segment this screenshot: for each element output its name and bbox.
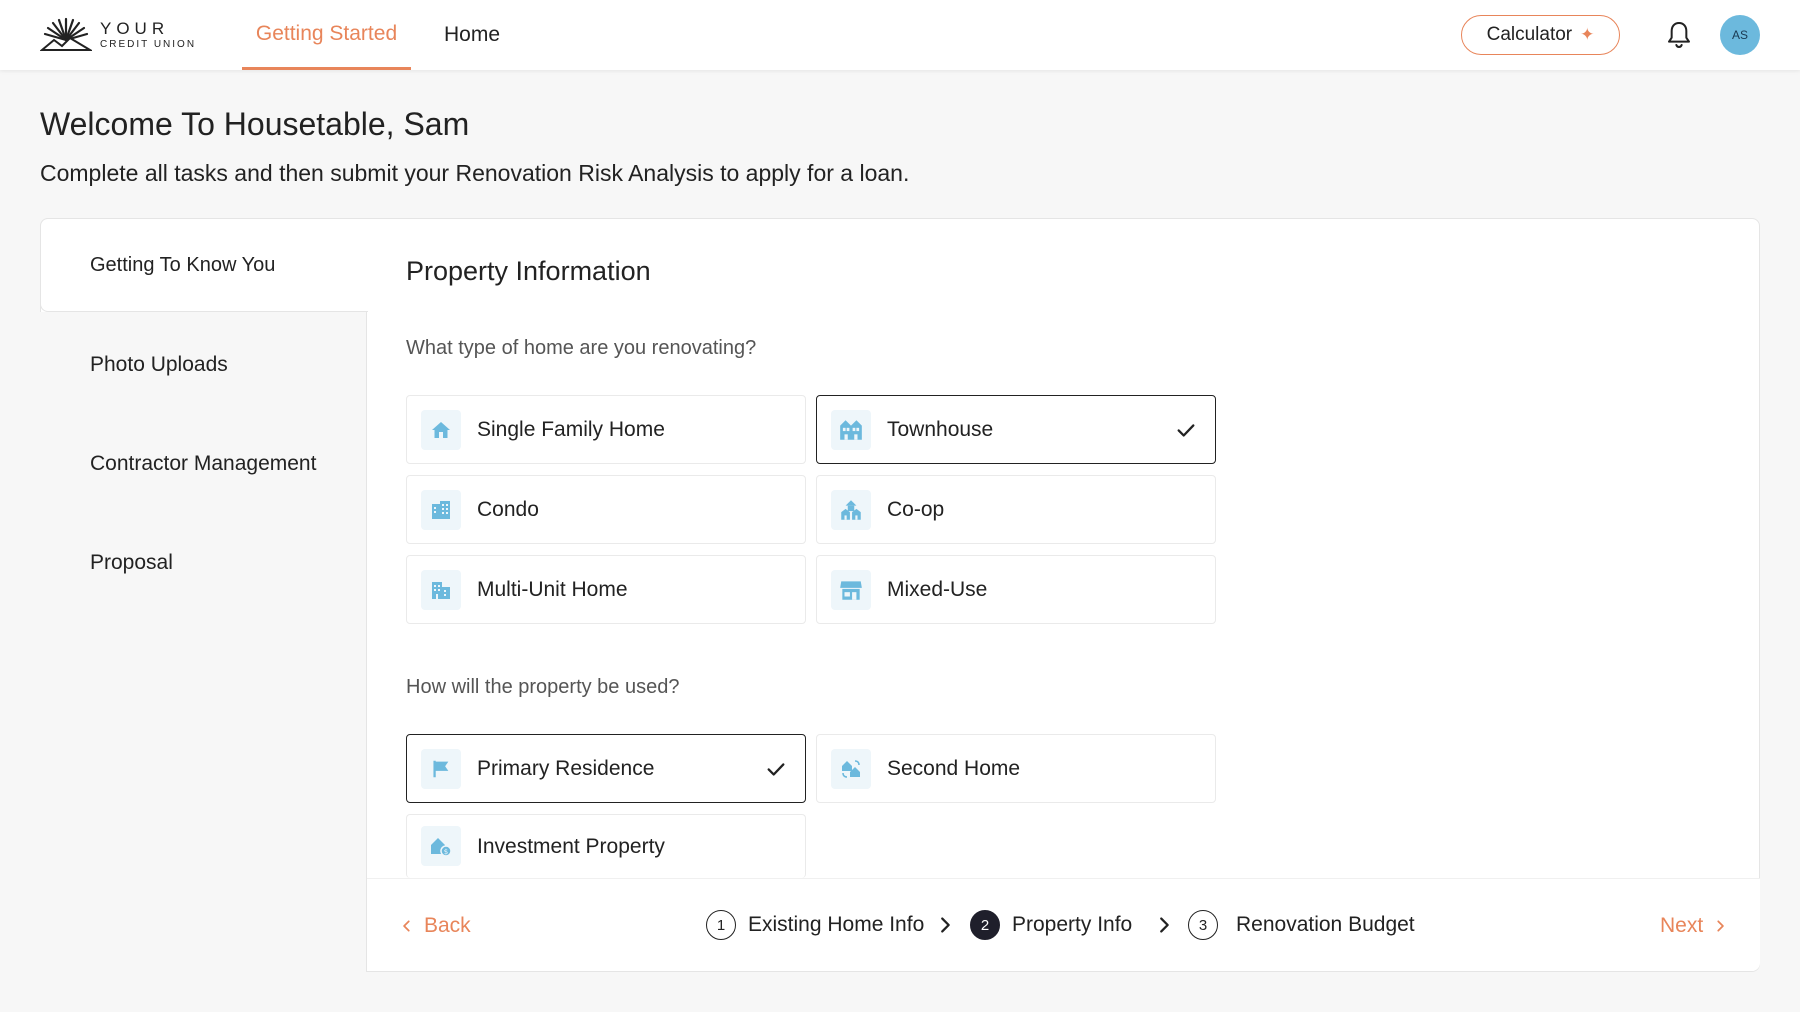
next-button[interactable]: Next: [1660, 914, 1727, 938]
option-label: Primary Residence: [477, 756, 655, 780]
option-label: Mixed-Use: [887, 577, 988, 601]
option-primary-residence[interactable]: Primary Residence: [406, 734, 806, 803]
tab-getting-started[interactable]: Getting Started: [242, 0, 411, 70]
option-single-family-home[interactable]: Single Family Home: [406, 395, 806, 464]
option-co-op[interactable]: Co-op: [816, 475, 1216, 544]
calculator-button-label: Calculator: [1486, 24, 1573, 45]
top-nav-bar: YOUR CREDIT UNION Getting Started Home C…: [0, 0, 1800, 70]
page-subtitle: Complete all tasks and then submit your …: [40, 160, 910, 186]
tab-home[interactable]: Home: [432, 0, 512, 70]
option-mixed-use[interactable]: Mixed-Use: [816, 555, 1216, 624]
sidebar-item-contractor-management[interactable]: Contractor Management: [90, 452, 316, 476]
sunburst-logo-icon: [40, 17, 92, 51]
building-icon: [421, 489, 461, 530]
svg-text:$: $: [444, 848, 448, 856]
user-avatar[interactable]: AS: [1720, 15, 1760, 55]
sidebar-background: [40, 312, 367, 1012]
option-label: Second Home: [887, 756, 1021, 780]
sidebar-item-proposal[interactable]: Proposal: [90, 551, 173, 575]
storefront-icon: [831, 569, 871, 610]
house-icon: [421, 409, 461, 450]
option-townhouse[interactable]: Townhouse: [816, 395, 1216, 464]
swap-home-icon: [831, 748, 871, 789]
step-property-info[interactable]: 2 Property Info: [970, 910, 1132, 940]
notification-bell-icon[interactable]: [1663, 19, 1695, 51]
option-second-home[interactable]: Second Home: [816, 734, 1216, 803]
sidebar-item-getting-to-know-you[interactable]: Getting To Know You: [90, 254, 275, 277]
home-type-question: What type of home are you renovating?: [406, 337, 757, 359]
step-label: Renovation Budget: [1236, 913, 1415, 936]
chevron-left-icon: [403, 920, 410, 932]
credit-union-logo[interactable]: YOUR CREDIT UNION: [40, 16, 196, 54]
step-renovation-budget[interactable]: 3 Renovation Budget: [1188, 910, 1415, 940]
investment-icon: $: [421, 825, 461, 866]
sidebar-item-photo-uploads[interactable]: Photo Uploads: [90, 353, 228, 377]
option-condo[interactable]: Condo: [406, 475, 806, 544]
co-op-icon: [831, 489, 871, 530]
option-label: Townhouse: [887, 417, 994, 441]
step-number: 2: [970, 910, 1000, 940]
option-label: Investment Property: [477, 834, 665, 858]
step-number: 1: [706, 910, 736, 940]
back-button-label: Back: [424, 914, 471, 937]
step-label: Existing Home Info: [748, 913, 925, 936]
option-label: Condo: [477, 497, 539, 521]
section-title: Property Information: [406, 256, 651, 286]
option-label: Multi-Unit Home: [477, 577, 628, 601]
sparkle-icon: ✦: [1580, 25, 1595, 44]
calculator-button[interactable]: Calculator ✦: [1461, 15, 1620, 55]
townhouse-icon: [831, 409, 871, 450]
step-existing-home-info[interactable]: 1 Existing Home Info: [706, 910, 924, 940]
chevron-right-icon: [1717, 920, 1724, 932]
step-label: Property Info: [1012, 913, 1133, 936]
flag-icon: [421, 748, 461, 789]
chevron-right-icon: [941, 917, 950, 933]
option-multi-unit-home[interactable]: Multi-Unit Home: [406, 555, 806, 624]
option-investment-property[interactable]: $ Investment Property: [406, 814, 806, 878]
logo-wordmark-bottom: CREDIT UNION: [100, 39, 197, 50]
option-label: Single Family Home: [477, 417, 665, 441]
logo-wordmark-top: YOUR: [100, 19, 170, 38]
checkmark-icon: [1177, 423, 1195, 437]
property-use-question: How will the property be used?: [406, 676, 680, 698]
step-number: 3: [1188, 910, 1218, 940]
option-label: Co-op: [887, 497, 945, 521]
next-button-label: Next: [1660, 914, 1704, 937]
multi-unit-icon: [421, 569, 461, 610]
back-button[interactable]: Back: [400, 914, 471, 938]
page-title: Welcome To Housetable, Sam: [40, 106, 470, 142]
sidebar-divider: [366, 312, 367, 972]
checkmark-icon: [767, 762, 785, 776]
chevron-right-icon: [1160, 917, 1169, 933]
